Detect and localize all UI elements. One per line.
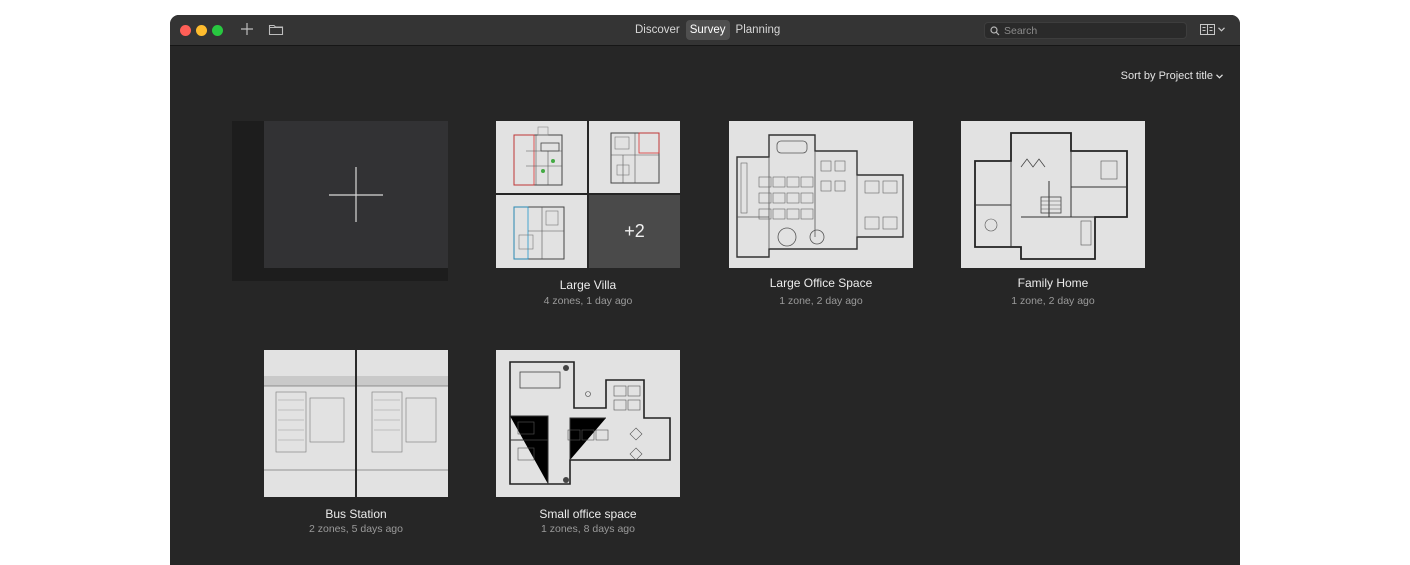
titlebar: Discover Survey Planning xyxy=(170,15,1240,46)
tab-planning[interactable]: Planning xyxy=(732,20,785,40)
sort-label: Sort by Project title xyxy=(1120,70,1213,82)
folder-icon[interactable] xyxy=(268,22,284,41)
zoom-window-button[interactable] xyxy=(212,25,223,36)
new-project-card[interactable] xyxy=(264,121,448,268)
project-title: Small office space xyxy=(539,507,637,521)
sort-dropdown[interactable]: Sort by Project title xyxy=(1121,70,1223,82)
close-window-button[interactable] xyxy=(180,25,191,36)
search-box[interactable] xyxy=(984,22,1187,39)
tab-discover[interactable]: Discover xyxy=(631,20,684,40)
project-subtitle: 4 zones, 1 day ago xyxy=(543,295,633,307)
project-title: Large Villa xyxy=(559,278,617,292)
plus-icon xyxy=(329,167,383,222)
project-subtitle: 2 zones, 5 days ago xyxy=(309,523,403,535)
plus-icon[interactable] xyxy=(240,22,254,41)
project-subtitle: 1 zone, 2 day ago xyxy=(1011,295,1095,307)
floorplan-thumbnail xyxy=(496,121,587,193)
mode-tabs: Discover Survey Planning xyxy=(631,20,784,40)
project-subtitle: 1 zone, 2 day ago xyxy=(779,295,863,307)
project-title: Large Office Space xyxy=(769,276,873,290)
project-title: Bus Station xyxy=(325,507,387,521)
app-window: Discover Survey Planning Sort by Project… xyxy=(170,15,1240,565)
project-subtitle: 1 zones, 8 days ago xyxy=(541,523,635,535)
floorplan-thumbnail xyxy=(729,121,913,268)
chevron-down-icon xyxy=(1218,27,1225,32)
more-zones-badge: +2 xyxy=(589,195,680,268)
minimize-window-button[interactable] xyxy=(196,25,207,36)
view-toggle-button[interactable] xyxy=(1200,24,1225,35)
floorplan-thumbnail xyxy=(496,350,680,497)
floorplan-thumbnail xyxy=(961,121,1145,268)
floorplan-thumbnail xyxy=(264,350,448,497)
grid-view-icon xyxy=(1200,24,1215,35)
search-input[interactable] xyxy=(1004,23,1179,38)
floorplan-thumbnail xyxy=(496,195,587,268)
search-icon xyxy=(990,26,1000,36)
floorplan-thumbnail xyxy=(589,121,680,193)
chevron-down-icon xyxy=(1216,73,1223,79)
project-title: Family Home xyxy=(1017,276,1089,290)
tab-survey[interactable]: Survey xyxy=(685,20,730,40)
